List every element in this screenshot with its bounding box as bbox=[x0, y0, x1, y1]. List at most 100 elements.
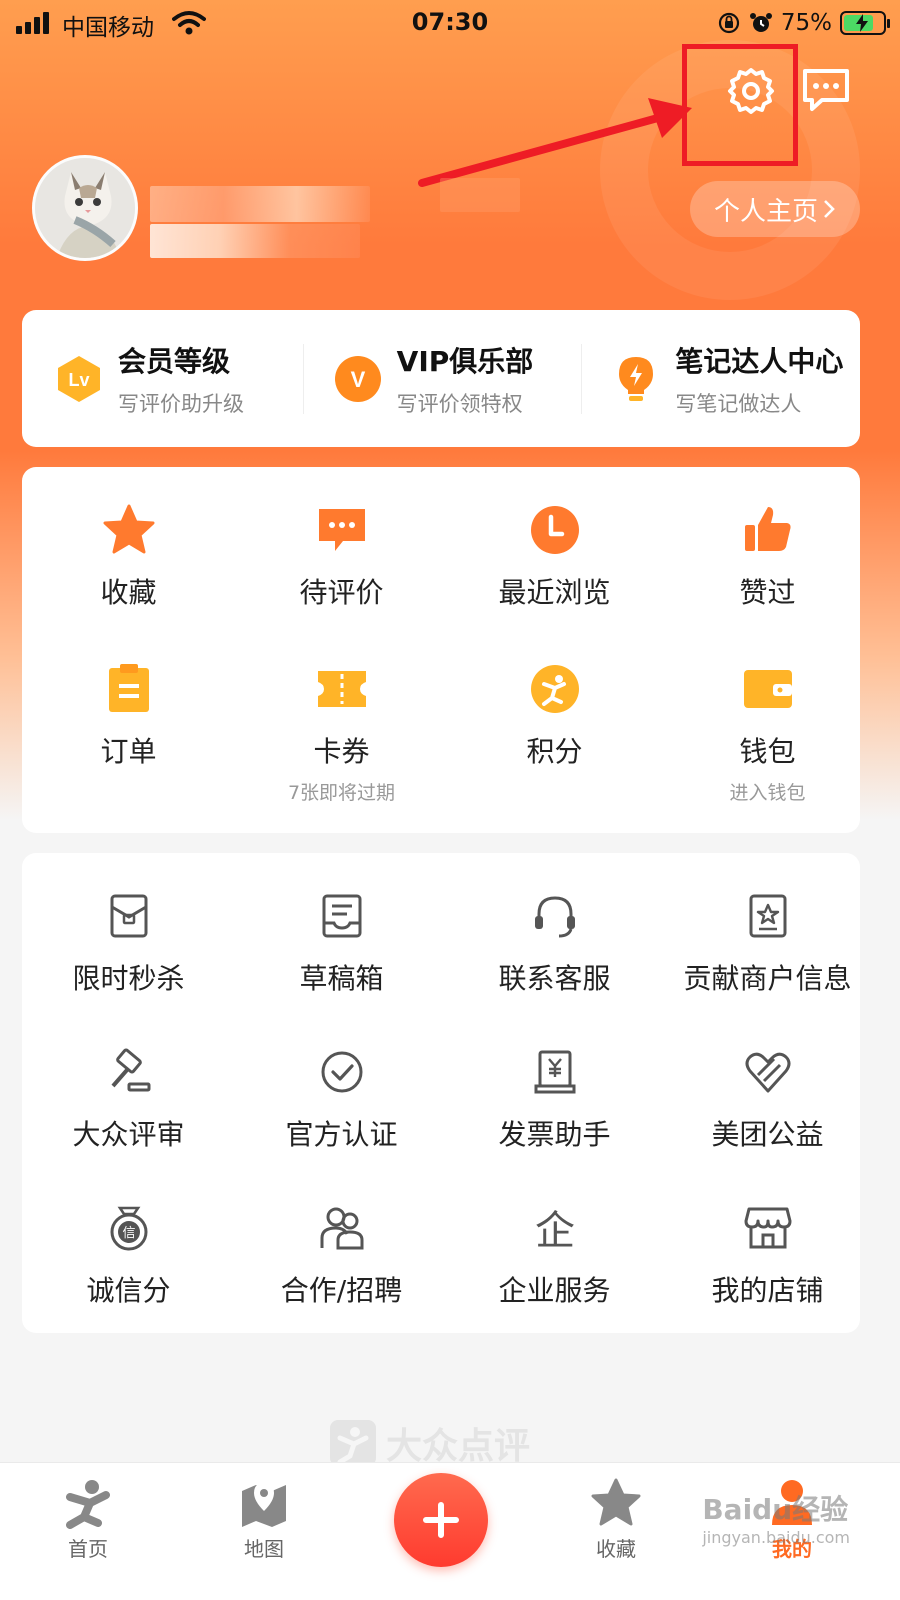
official-certification-item[interactable]: 官方认证 bbox=[235, 1045, 448, 1153]
member-level-subtitle: 写评价助升级 bbox=[118, 391, 244, 416]
heart-icon bbox=[741, 1045, 795, 1099]
credit-score-item[interactable]: 信 诚信分 bbox=[22, 1201, 235, 1309]
vip-club-item[interactable]: V VIP俱乐部 写评价领特权 bbox=[302, 310, 582, 447]
wallet-sub: 进入钱包 bbox=[729, 782, 806, 804]
check-circle-icon bbox=[315, 1045, 369, 1099]
public-review-item[interactable]: 大众评审 bbox=[22, 1045, 235, 1153]
rotation-lock-icon bbox=[718, 12, 739, 34]
profile-page-link-label: 个人主页 bbox=[713, 196, 818, 227]
wallet-label: 钱包 bbox=[739, 735, 796, 768]
wallet-icon bbox=[741, 662, 795, 716]
status-bar: 中国移动 07:30 75% bbox=[0, 0, 900, 46]
tab-home[interactable]: 首页 bbox=[38, 1477, 138, 1562]
vip-club-title: VIP俱乐部 bbox=[396, 344, 534, 378]
orders-item[interactable]: 订单 bbox=[22, 662, 235, 770]
coupons-expiry-note: 7张即将过期 bbox=[287, 782, 396, 804]
invoice-icon bbox=[528, 1045, 582, 1099]
credit-medal-icon: 信 bbox=[102, 1201, 156, 1255]
note-expert-title: 笔记达人中心 bbox=[675, 344, 844, 378]
gavel-icon bbox=[102, 1045, 156, 1099]
note-expert-item[interactable]: 笔记达人中心 写笔记做达人 bbox=[581, 310, 860, 447]
profile-page-link[interactable]: 个人主页 bbox=[690, 181, 860, 237]
enterprise-icon: 企 bbox=[528, 1201, 582, 1255]
home-person-icon bbox=[66, 1480, 110, 1529]
points-icon bbox=[528, 662, 582, 716]
message-button[interactable] bbox=[800, 64, 852, 116]
vip-badge-icon: V bbox=[334, 355, 381, 402]
charity-label: 美团公益 bbox=[711, 1118, 824, 1151]
svg-text:信: 信 bbox=[122, 1226, 135, 1241]
star-icon bbox=[591, 1478, 641, 1526]
member-card: Lv 会员等级 写评价助升级 V VIP俱乐部 写评价领特权 笔记达人中心 写笔… bbox=[22, 310, 860, 447]
liked-item[interactable]: 赞过 bbox=[661, 503, 874, 611]
tab-map[interactable]: 地图 bbox=[214, 1477, 314, 1562]
liked-label: 赞过 bbox=[739, 576, 796, 609]
coupons-item[interactable]: 卡券 7张即将过期 bbox=[235, 662, 448, 805]
headset-icon bbox=[528, 889, 582, 943]
official-certification-label: 官方认证 bbox=[285, 1118, 398, 1151]
clock-icon bbox=[528, 503, 582, 557]
customer-service-label: 联系客服 bbox=[498, 962, 611, 995]
invoice-assistant-item[interactable]: 发票助手 bbox=[448, 1045, 661, 1153]
customer-service-item[interactable]: 联系客服 bbox=[448, 889, 661, 997]
tab-favorites-label: 收藏 bbox=[596, 1537, 636, 1561]
pending-review-label: 待评价 bbox=[299, 576, 384, 609]
coupons-label: 卡券 bbox=[313, 735, 370, 768]
drafts-item[interactable]: 草稿箱 bbox=[235, 889, 448, 997]
flash-sale-item[interactable]: 限时秒杀 bbox=[22, 889, 235, 997]
cooperation-item[interactable]: 合作/招聘 bbox=[235, 1201, 448, 1309]
enterprise-service-label: 企业服务 bbox=[498, 1274, 611, 1307]
invoice-assistant-label: 发票助手 bbox=[498, 1118, 611, 1151]
points-item[interactable]: 积分 bbox=[448, 662, 661, 770]
baidu-watermark-url: jingyan.baidu.com bbox=[702, 1528, 850, 1547]
orders-label: 订单 bbox=[100, 735, 157, 768]
username-blurred-3 bbox=[440, 178, 520, 212]
services-card: 限时秒杀 草稿箱 联系客服 贡献商户信息 大众评审 官方认证 发票助手 美团公益… bbox=[22, 853, 860, 1333]
charity-item[interactable]: 美团公益 bbox=[661, 1045, 874, 1153]
battery-charging-icon bbox=[840, 11, 890, 35]
dianping-logo-icon bbox=[330, 1420, 376, 1466]
baidu-jingyan-watermark: Baidu经验 jingyan.baidu.com bbox=[702, 1488, 850, 1547]
comment-icon bbox=[315, 503, 369, 557]
drafts-label: 草稿箱 bbox=[299, 962, 384, 995]
status-right: 75% bbox=[717, 8, 890, 38]
tab-map-label: 地图 bbox=[244, 1537, 284, 1561]
enterprise-service-item[interactable]: 企 企业服务 bbox=[448, 1201, 661, 1309]
quick-actions-card: 收藏 待评价 最近浏览 赞过 订单 卡券 7张即将过期 积分 钱包 进入钱包 bbox=[22, 467, 860, 833]
recent-views-item[interactable]: 最近浏览 bbox=[448, 503, 661, 611]
baidu-watermark-text: Baidu经验 bbox=[702, 1493, 849, 1526]
merchant-info-icon bbox=[741, 889, 795, 943]
message-icon bbox=[803, 69, 849, 111]
username-blurred bbox=[150, 186, 370, 222]
pending-review-item[interactable]: 待评价 bbox=[235, 503, 448, 611]
my-shop-label: 我的店铺 bbox=[711, 1274, 824, 1307]
recent-views-label: 最近浏览 bbox=[498, 576, 611, 609]
credit-score-label: 诚信分 bbox=[86, 1274, 171, 1307]
merchant-info-label: 贡献商户信息 bbox=[683, 962, 852, 995]
map-icon bbox=[242, 1483, 286, 1527]
thumbs-up-icon bbox=[741, 503, 795, 557]
wallet-item[interactable]: 钱包 进入钱包 bbox=[661, 662, 874, 805]
shop-icon bbox=[741, 1201, 795, 1255]
tab-favorites[interactable]: 收藏 bbox=[566, 1477, 666, 1562]
ticket-icon bbox=[315, 662, 369, 716]
flash-sale-label: 限时秒杀 bbox=[72, 962, 185, 995]
svg-text:Lv: Lv bbox=[68, 370, 89, 390]
lv-badge-icon: Lv bbox=[58, 355, 100, 402]
battery-percent: 75% bbox=[780, 10, 832, 36]
avatar[interactable] bbox=[32, 155, 138, 261]
member-level-item[interactable]: Lv 会员等级 写评价助升级 bbox=[22, 310, 303, 447]
favorites-item[interactable]: 收藏 bbox=[22, 503, 235, 611]
clipboard-icon bbox=[102, 662, 156, 716]
plus-icon bbox=[423, 1502, 459, 1538]
add-button[interactable] bbox=[394, 1473, 488, 1567]
merchant-info-item[interactable]: 贡献商户信息 bbox=[661, 889, 874, 997]
username-blurred-2 bbox=[150, 224, 360, 258]
points-label: 积分 bbox=[526, 735, 583, 768]
public-review-label: 大众评审 bbox=[72, 1118, 185, 1151]
svg-text:企: 企 bbox=[535, 1208, 575, 1252]
svg-text:V: V bbox=[350, 367, 365, 392]
my-shop-item[interactable]: 我的店铺 bbox=[661, 1201, 874, 1309]
note-expert-subtitle: 写笔记做达人 bbox=[675, 391, 802, 416]
people-icon bbox=[315, 1201, 369, 1255]
